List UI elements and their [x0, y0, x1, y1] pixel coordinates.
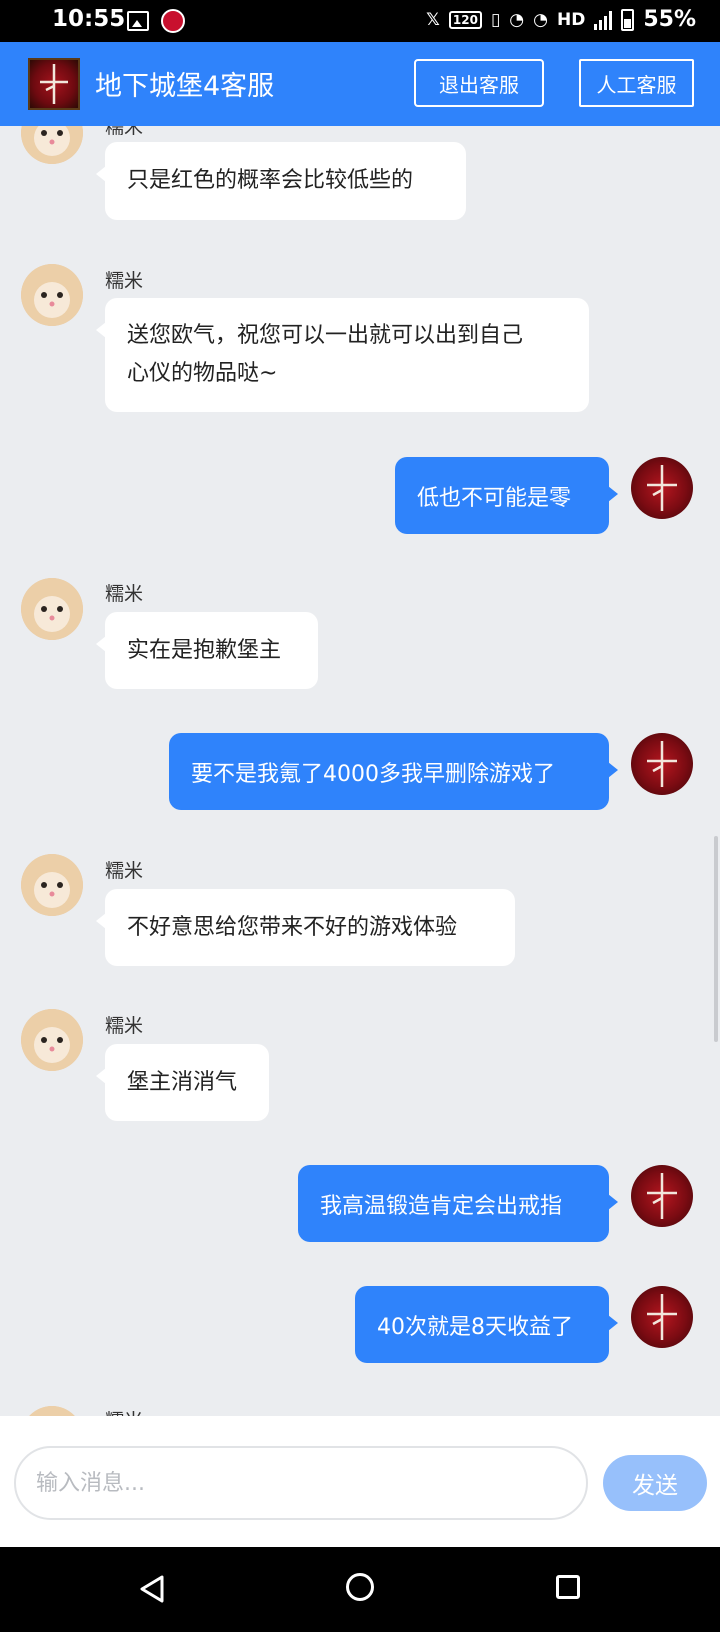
- user-avatar: [631, 457, 693, 519]
- agent-avatar: [21, 1406, 83, 1416]
- wifi-6-icon: ◔: [533, 9, 548, 30]
- agent-name: 糯米: [105, 1015, 144, 1037]
- page-title: 地下城堡4客服: [95, 71, 275, 102]
- agent-name: 糯米: [105, 583, 144, 605]
- battery-icon: [621, 8, 635, 31]
- user-avatar: [631, 1165, 693, 1227]
- message-bubble-agent: 只是红色的概率会比较低些的: [96, 142, 466, 220]
- refresh-rate-icon: 120: [448, 10, 482, 29]
- message-text: 要不是我氪了4000多我早删除游戏了: [191, 761, 555, 787]
- agent-avatar: [21, 1009, 83, 1071]
- back-icon[interactable]: [138, 1574, 166, 1604]
- message-bubble-user: 低也不可能是零: [395, 457, 618, 534]
- status-time: 10:55: [52, 6, 126, 32]
- message-text: 我高温锻造肯定会出戒指: [320, 1193, 563, 1219]
- message-bubble-user: 要不是我氪了4000多我早删除游戏了: [169, 733, 618, 810]
- agent-avatar: [21, 264, 83, 326]
- agent-avatar: [21, 854, 83, 916]
- agent-name: 糯米: [105, 270, 144, 292]
- message-input-bar: 发送: [0, 1416, 720, 1547]
- message-text-line: 送您欧气，祝您可以一出就可以出到自己: [127, 323, 524, 348]
- x-app-icon: 𝕏: [426, 9, 440, 30]
- hd-network-label: HD: [556, 9, 586, 30]
- recent-apps-icon[interactable]: [556, 1575, 580, 1599]
- agent-avatar: [21, 126, 83, 164]
- message-text: 实在是抱歉堡主: [127, 637, 282, 663]
- system-nav-bar: [0, 1547, 720, 1632]
- chat-scrollbar[interactable]: [714, 836, 718, 1042]
- battery-percent: 55%: [643, 7, 696, 32]
- game-logo-icon: [28, 58, 80, 110]
- vibrate-icon: ▯: [490, 9, 501, 30]
- send-button[interactable]: 发送: [603, 1455, 707, 1511]
- message-bubble-user: 40次就是8天收益了: [355, 1286, 618, 1363]
- message-bubble-agent: 送您欧气，祝您可以一出就可以出到自己 心仪的物品哒~: [96, 298, 589, 412]
- user-avatar: [631, 733, 693, 795]
- exit-service-button[interactable]: 退出客服: [414, 59, 544, 107]
- human-service-button[interactable]: 人工客服: [579, 59, 694, 107]
- app-notification-icon: [161, 9, 185, 33]
- message-text: 只是红色的概率会比较低些的: [127, 168, 414, 193]
- message-bubble-agent: 堡主消消气: [96, 1044, 269, 1121]
- chat-area[interactable]: 糯米 只是红色的概率会比较低些的 糯米 送您欧气，祝您可以一出就可以出到自己 心…: [0, 126, 720, 1416]
- agent-name: 糯米: [105, 126, 144, 138]
- message-text: 40次就是8天收益了: [377, 1314, 573, 1340]
- home-icon[interactable]: [346, 1573, 374, 1601]
- message-bubble-agent: 实在是抱歉堡主: [96, 612, 318, 689]
- message-text: 低也不可能是零: [417, 485, 572, 511]
- user-avatar: [631, 1286, 693, 1348]
- status-bar: 10:55 𝕏 120 ▯ ◔ ◔ HD 55%: [0, 0, 720, 42]
- message-bubble-agent: 不好意思给您带来不好的游戏体验: [96, 889, 515, 966]
- wifi-icon: ◔: [509, 9, 525, 30]
- app-header: 地下城堡4客服 退出客服 人工客服: [0, 42, 720, 126]
- message-input[interactable]: [14, 1446, 588, 1520]
- message-text: 不好意思给您带来不好的游戏体验: [127, 914, 458, 940]
- message-text: 堡主消消气: [127, 1069, 238, 1095]
- message-bubble-user: 我高温锻造肯定会出戒指: [298, 1165, 618, 1242]
- 5g-signal-icon: [594, 10, 613, 30]
- message-text-line: 心仪的物品哒~: [127, 361, 278, 386]
- agent-name: 糯米: [105, 1406, 143, 1416]
- agent-avatar: [21, 578, 83, 640]
- gallery-notification-icon: [127, 11, 149, 31]
- agent-name: 糯米: [105, 860, 144, 882]
